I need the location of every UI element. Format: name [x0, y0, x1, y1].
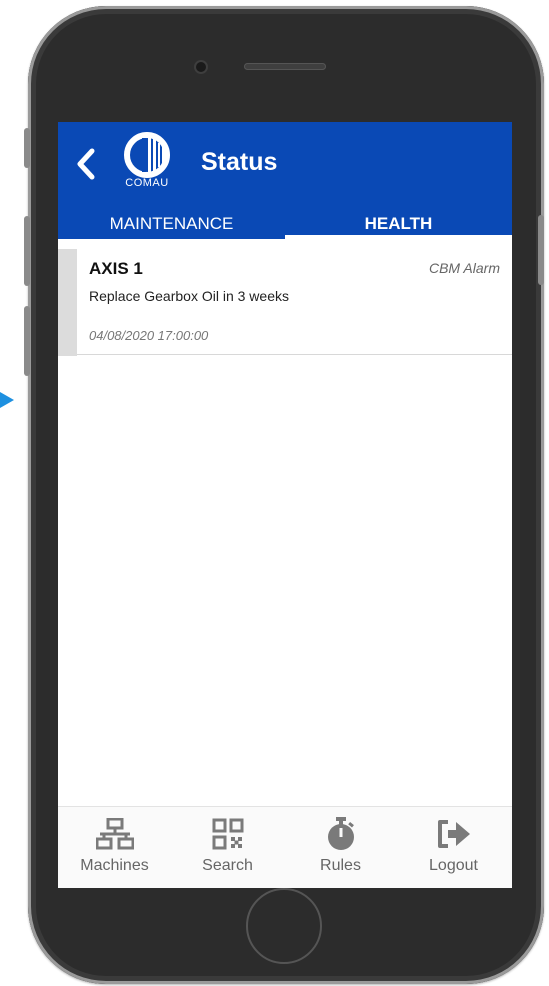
page-title: Status	[201, 148, 278, 176]
chevron-left-icon	[77, 148, 95, 180]
bottom-navigation: Machines Search Rules Logout	[58, 806, 512, 888]
qr-code-icon	[212, 818, 243, 850]
nav-search[interactable]: Search	[171, 807, 284, 888]
nav-logout[interactable]: Logout	[397, 807, 510, 888]
front-camera	[196, 62, 206, 72]
network-icon	[95, 818, 134, 850]
tab-maintenance[interactable]: MAINTENANCE	[58, 210, 285, 239]
nav-logout-label: Logout	[429, 857, 478, 874]
logo-wordmark: COMAU	[125, 177, 169, 189]
pointer-arrow	[0, 392, 14, 408]
volume-up-button	[24, 216, 30, 286]
mute-switch	[24, 128, 30, 168]
alert-message: Replace Gearbox Oil in 3 weeks	[89, 288, 289, 304]
alert-axis: AXIS 1	[89, 259, 143, 278]
nav-rules[interactable]: Rules	[284, 807, 397, 888]
power-button	[538, 215, 544, 285]
home-button[interactable]	[246, 888, 322, 964]
app-screen: COMAU Status MAINTENANCE HEALTH AXIS 1 C…	[58, 122, 512, 888]
volume-down-button	[24, 306, 30, 376]
app-header: COMAU Status MAINTENANCE HEALTH	[58, 122, 512, 239]
back-button[interactable]	[70, 144, 102, 184]
nav-machines[interactable]: Machines	[58, 807, 171, 888]
earpiece-speaker	[244, 63, 326, 70]
alert-timestamp: 04/08/2020 17:00:00	[89, 328, 209, 343]
alert-accent-bar	[58, 249, 77, 356]
nav-search-label: Search	[202, 857, 253, 874]
nav-machines-label: Machines	[80, 857, 149, 874]
logout-icon	[437, 820, 470, 848]
alert-card[interactable]: AXIS 1 CBM Alarm Replace Gearbox Oil in …	[58, 239, 512, 356]
stopwatch-icon	[327, 817, 354, 850]
nav-rules-label: Rules	[320, 857, 361, 874]
alert-type: CBM Alarm	[428, 260, 500, 276]
